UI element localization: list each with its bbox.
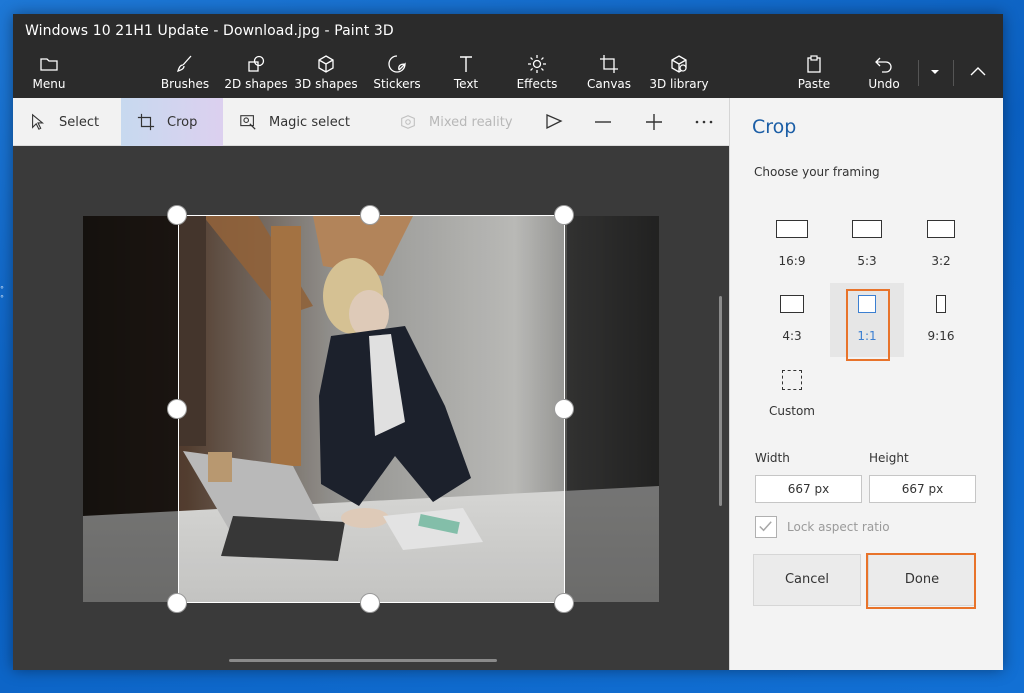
text-button[interactable]: Text (450, 48, 482, 98)
toolbar-divider (918, 60, 919, 86)
crop-handle-bottom-right[interactable] (554, 593, 574, 613)
toolbar-divider (953, 60, 954, 86)
crop-handle-left[interactable] (167, 399, 187, 419)
width-label: Width (755, 451, 790, 465)
crop-outside-mask (565, 216, 659, 602)
crop-handle-top-right[interactable] (554, 205, 574, 225)
highlight-box (866, 553, 976, 609)
highlight-box (846, 289, 890, 361)
desktop-edge-marks: ° ° (0, 285, 4, 303)
cube-icon (318, 55, 334, 73)
framing-shape (927, 220, 955, 238)
shapes-3d-button[interactable]: 3D shapes (294, 48, 358, 98)
lock-aspect-checkbox[interactable] (755, 516, 777, 538)
crop-icon (137, 113, 155, 131)
selection-toolbar: Select Crop Magic select Mixed reality (13, 98, 729, 146)
brush-icon (176, 55, 192, 73)
horizontal-scrollbar[interactable] (229, 659, 497, 662)
framing-shape (780, 295, 804, 313)
effects-button[interactable]: Effects (515, 48, 559, 98)
framing-shape (936, 295, 946, 313)
crop-handle-right[interactable] (554, 399, 574, 419)
select-button[interactable]: Select (13, 98, 121, 146)
collapse-toolbar-button[interactable] (967, 48, 989, 98)
cursor-icon (32, 113, 45, 130)
framing-16-9[interactable]: 16:9 (755, 208, 829, 282)
framing-shape (852, 220, 882, 238)
crop-button[interactable]: Crop (121, 98, 223, 146)
vertical-scrollbar[interactable] (719, 296, 722, 506)
title-bar: Windows 10 21H1 Update - Download.jpg - … (13, 14, 1003, 48)
framing-heading: Choose your framing (754, 165, 880, 179)
mixed-reality-icon (401, 115, 415, 129)
lock-aspect-label: Lock aspect ratio (787, 520, 890, 534)
menu-button[interactable]: Menu (31, 48, 67, 98)
framing-5-3[interactable]: 5:3 (830, 208, 904, 282)
canvas-button[interactable]: Canvas (587, 48, 631, 98)
width-field[interactable]: 667 px (755, 475, 862, 503)
checkmark-icon (759, 521, 772, 532)
chevron-up-icon (970, 67, 986, 76)
magic-select-button[interactable]: Magic select (223, 98, 363, 146)
crop-outside-mask (83, 216, 178, 602)
more-options-icon[interactable] (694, 112, 714, 132)
drawing-canvas[interactable] (13, 146, 729, 670)
zoom-in-icon[interactable] (644, 112, 664, 132)
history-dropdown-button[interactable] (925, 48, 945, 98)
3d-library-button[interactable]: 3D library (649, 48, 709, 98)
framing-3-2[interactable]: 3:2 (904, 208, 978, 282)
folder-icon (40, 58, 58, 71)
framing-4-3[interactable]: 4:3 (755, 283, 829, 357)
framing-shape (776, 220, 808, 238)
crop-panel: Crop Choose your framing 16:9 5:3 3:2 4:… (729, 98, 1003, 670)
framing-9-16[interactable]: 9:16 (904, 283, 978, 357)
crop-handle-top[interactable] (360, 205, 380, 225)
sun-icon (528, 55, 546, 73)
shapes-2d-button[interactable]: 2D shapes (224, 48, 288, 98)
crop-frame[interactable] (178, 215, 565, 603)
framing-shape (782, 370, 802, 390)
undo-button[interactable]: Undo (867, 48, 901, 98)
framing-custom[interactable]: Custom (755, 358, 829, 432)
caret-down-icon (931, 70, 939, 74)
flag-icon[interactable] (544, 112, 564, 132)
clipboard-icon (807, 55, 821, 73)
panel-title: Crop (752, 116, 797, 138)
height-field[interactable]: 667 px (869, 475, 976, 503)
window-title: Windows 10 21H1 Update - Download.jpg - … (25, 23, 394, 39)
library-icon (671, 55, 687, 73)
crop-handle-bottom-left[interactable] (167, 593, 187, 613)
crop-handle-bottom[interactable] (360, 593, 380, 613)
zoom-out-icon[interactable] (593, 112, 613, 132)
sticker-icon (388, 55, 406, 73)
paint3d-window: Windows 10 21H1 Update - Download.jpg - … (13, 14, 1003, 670)
height-label: Height (869, 451, 909, 465)
cancel-button[interactable]: Cancel (753, 554, 861, 606)
shapes-2d-icon (248, 55, 265, 72)
magic-select-icon (240, 115, 256, 130)
text-icon (460, 56, 472, 72)
canvas-icon (600, 55, 618, 73)
undo-icon (875, 57, 892, 73)
mixed-reality-button[interactable]: Mixed reality (383, 98, 523, 146)
crop-handle-top-left[interactable] (167, 205, 187, 225)
main-toolbar: Menu Brushes 2D shapes 3D shapes Sticker… (13, 48, 1003, 98)
stickers-button[interactable]: Stickers (372, 48, 422, 98)
brushes-button[interactable]: Brushes (159, 48, 211, 98)
paste-button[interactable]: Paste (797, 48, 831, 98)
